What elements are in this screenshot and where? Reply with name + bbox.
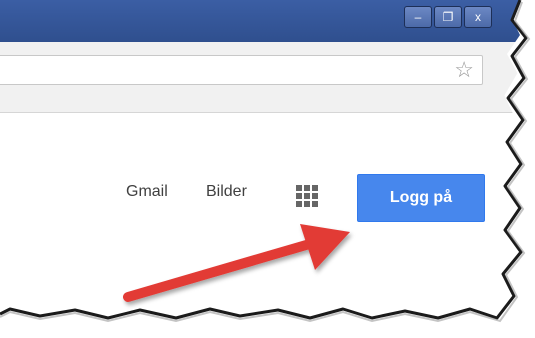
address-bar[interactable]: ☆ bbox=[0, 55, 483, 85]
images-link[interactable]: Bilder bbox=[206, 183, 247, 201]
apps-dot bbox=[312, 185, 318, 191]
apps-dot bbox=[296, 193, 302, 199]
star-icon[interactable]: ☆ bbox=[454, 58, 474, 82]
apps-dot bbox=[304, 193, 310, 199]
apps-dot bbox=[312, 193, 318, 199]
apps-dot bbox=[296, 201, 302, 207]
window-controls: – ❐ x bbox=[404, 6, 492, 28]
browser-window: – ❐ x ☆ Gmail Bilder Logg på bbox=[0, 0, 520, 318]
minimize-button[interactable]: – bbox=[404, 6, 432, 28]
browser-toolbar: ☆ bbox=[0, 42, 520, 113]
apps-dot bbox=[304, 201, 310, 207]
close-button[interactable]: x bbox=[464, 6, 492, 28]
login-button[interactable]: Logg på bbox=[357, 174, 485, 222]
apps-dot bbox=[296, 185, 302, 191]
apps-dot bbox=[304, 185, 310, 191]
restore-button[interactable]: ❐ bbox=[434, 6, 462, 28]
gmail-link[interactable]: Gmail bbox=[126, 183, 168, 201]
apps-grid-icon[interactable] bbox=[296, 185, 318, 207]
title-bar: – ❐ x bbox=[0, 0, 520, 42]
apps-dot bbox=[312, 201, 318, 207]
